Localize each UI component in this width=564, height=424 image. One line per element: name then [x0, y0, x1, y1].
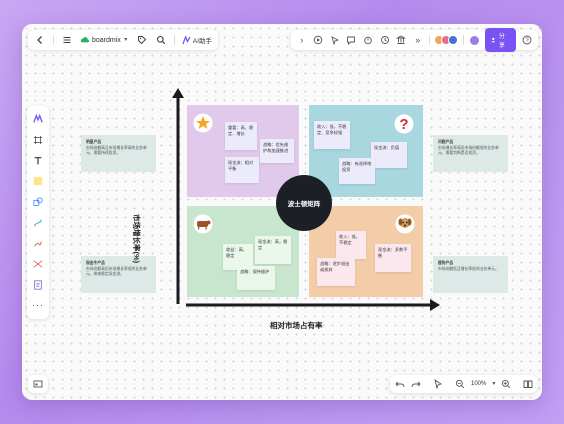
canvas[interactable]: 明星产品 市场份额高且市场增长率高的业务单元，需要持续投资。 现金牛产品 市场份… — [22, 24, 542, 400]
zoom-toolbar: 100% ▾ — [390, 375, 537, 393]
svg-text:?: ? — [399, 116, 408, 133]
star-quadrant[interactable]: 重要：高、稳定、增长 战略：优先维护和加速推进 现金流：相对平衡 — [187, 105, 299, 197]
app-window: boardmix ▾ AI助手 › » 分享 ? ··· 明星产品 市场份额高且… — [22, 24, 542, 400]
undo-icon[interactable] — [395, 378, 405, 390]
sticky-note[interactable]: 战略：有选择地投资 — [339, 158, 375, 184]
book-view-icon[interactable] — [523, 378, 533, 390]
dog-icon — [395, 214, 415, 234]
y-axis-label: 市场增长率(%) — [132, 214, 141, 264]
zoom-out-icon[interactable] — [455, 378, 465, 390]
note-text: 战略：优先维护和加速推进 — [263, 142, 289, 153]
sticky-note[interactable]: 收入：低，不稳定、竞争较强 — [314, 121, 350, 149]
note-text: 重要：高、稳定、增长 — [228, 125, 254, 136]
minimap-icon — [32, 378, 44, 390]
chevron-down-icon[interactable]: ▾ — [492, 378, 495, 390]
sticky-note[interactable]: 现金流：高，稳定 — [255, 236, 291, 264]
sticky-note[interactable]: 战略：逐步退出或放弃 — [317, 258, 355, 286]
note-text: 战略：保持维护 — [240, 269, 270, 274]
star-icon — [193, 113, 213, 133]
question-mark-icon: ? — [394, 114, 414, 134]
sticky-note[interactable]: 现金流：负值 — [371, 142, 407, 168]
note-text: 现金流：负值 — [374, 145, 400, 150]
note-text: 收益：高，稳定 — [226, 247, 247, 258]
sticky-note[interactable]: 收入：低，不稳定 — [336, 231, 366, 259]
note-text: 现金流：高，稳定 — [258, 239, 288, 250]
sticky-note[interactable]: 战略：优先维护和加速推进 — [260, 139, 294, 163]
zoom-level[interactable]: 100% — [471, 381, 486, 387]
center-title[interactable]: 波士顿矩阵 — [276, 175, 332, 231]
redo-icon[interactable] — [411, 378, 421, 390]
cow-icon — [193, 214, 213, 234]
sticky-note[interactable]: 现金流：相对平衡 — [225, 157, 259, 183]
x-axis-label: 相对市场占有率 — [270, 321, 323, 330]
sticky-note[interactable]: 重要：高、稳定、增长 — [225, 122, 257, 150]
note-text: 战略：有选择地投资 — [342, 161, 372, 172]
note-text: 现金流：多数平衡 — [378, 247, 408, 258]
sticky-note[interactable]: 战略：保持维护 — [237, 266, 275, 290]
sticky-note[interactable]: 现金流：多数平衡 — [375, 244, 411, 272]
question-mark-quadrant[interactable]: ? 收入：低，不稳定、竞争较强 现金流：负值 战略：有选择地投资 — [309, 105, 423, 197]
zoom-in-icon[interactable] — [501, 378, 511, 390]
note-text: 收入：低，不稳定 — [339, 234, 360, 245]
cursor-icon[interactable] — [433, 378, 443, 390]
note-text: 现金流：相对平衡 — [228, 160, 254, 171]
note-text: 战略：逐步退出或放弃 — [320, 261, 350, 272]
note-text: 收入：低，不稳定、竞争较强 — [317, 124, 347, 135]
minimap-button[interactable] — [28, 375, 48, 393]
